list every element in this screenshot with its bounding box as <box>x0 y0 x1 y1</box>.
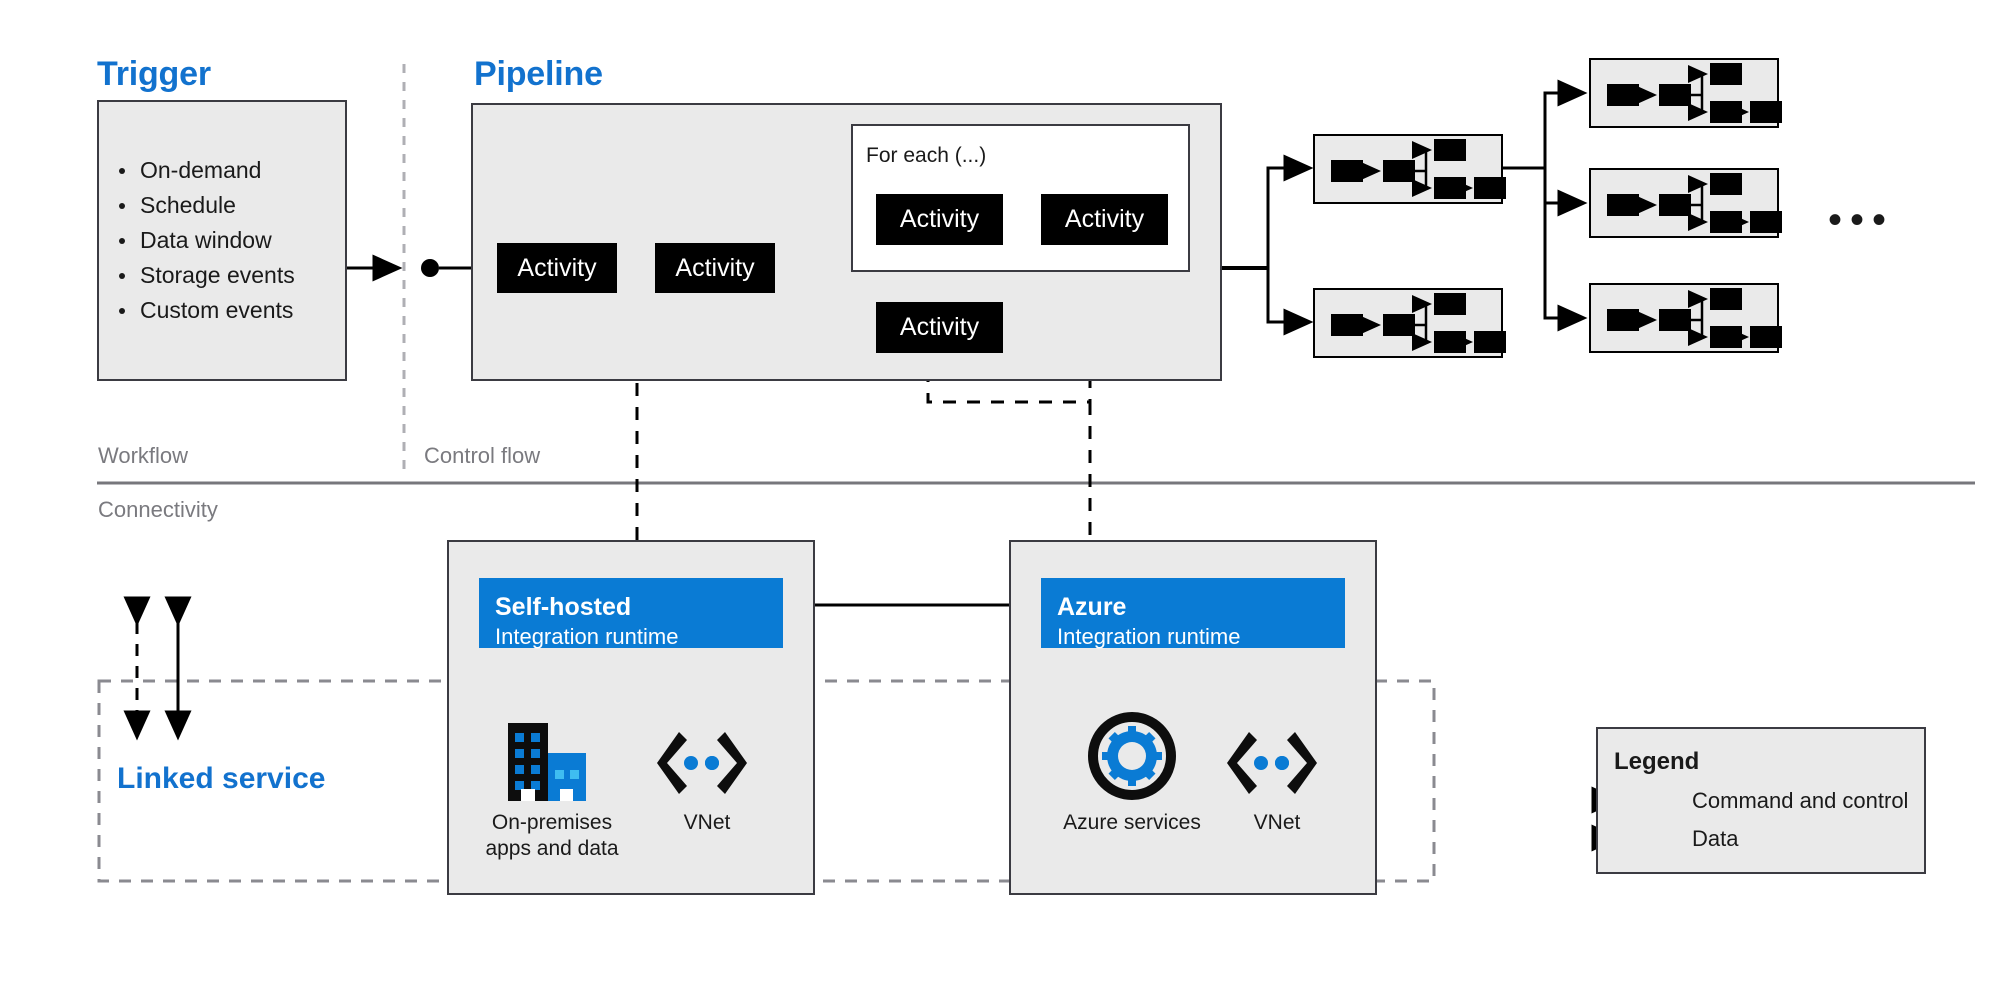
arrow-to-subpipeline-4 <box>1543 168 1588 217</box>
on-premises-caption-line1: On-premises <box>491 811 613 834</box>
on-premises-caption: On-premises apps and data <box>472 810 632 862</box>
pipeline-section-title: Pipeline <box>474 55 603 93</box>
sub-pipeline-card-4[interactable] <box>1589 168 1782 238</box>
vnet-icon <box>655 730 749 796</box>
activity-box-lower-branch[interactable]: Activity <box>876 302 1003 353</box>
trigger-section-title: Trigger <box>97 55 211 93</box>
arrow-to-subpipeline-2 <box>1266 268 1314 336</box>
pipeline-start-node <box>421 259 439 277</box>
zone-label-connectivity: Connectivity <box>98 497 218 522</box>
sub-pipelines-ellipsis: ••• <box>1828 198 1895 242</box>
activity-box-2[interactable]: Activity <box>655 243 775 293</box>
arrow-to-subpipeline-1 <box>1266 154 1314 268</box>
trigger-item-custom-events: Custom events <box>110 293 340 328</box>
trigger-list: On-demand Schedule Data window Storage e… <box>110 153 340 328</box>
on-premises-caption-line2: apps and data <box>485 837 619 860</box>
zone-label-workflow: Workflow <box>98 443 189 468</box>
self-hosted-ir-subtitle: Integration runtime <box>495 624 679 649</box>
activity-box-foreach-2[interactable]: Activity <box>1041 194 1168 245</box>
azure-services-caption: Azure services <box>1063 811 1201 834</box>
legend-label-data: Data <box>1692 826 1739 851</box>
activity-box-foreach-1[interactable]: Activity <box>876 194 1003 245</box>
activity-label: Activity <box>675 253 755 282</box>
activity-label: Activity <box>517 253 597 282</box>
diagram-canvas: Trigger On-demand Schedule Data window S… <box>0 0 2002 992</box>
legend-title: Legend <box>1614 748 1700 775</box>
on-premises-icon <box>500 723 604 801</box>
self-hosted-ir-title: Self-hosted <box>495 593 632 621</box>
mini-connectors <box>1636 290 1749 347</box>
activity-label: Activity <box>899 205 980 233</box>
trigger-item-schedule: Schedule <box>110 188 340 223</box>
legend-label-command-and-control: Command and control <box>1692 788 1909 813</box>
sub-pipeline-card-2[interactable] <box>1313 288 1506 358</box>
mini-connectors <box>1636 175 1749 232</box>
mini-connectors <box>1360 295 1473 352</box>
mini-connectors <box>1636 65 1749 122</box>
azure-ir-subtitle: Integration runtime <box>1057 624 1241 649</box>
zone-label-control-flow: Control flow <box>424 443 541 468</box>
azure-services-icon <box>1086 710 1178 802</box>
sub-pipeline-card-5[interactable] <box>1589 283 1782 353</box>
activity-box-1[interactable]: Activity <box>497 243 617 293</box>
vnet-icon <box>1225 730 1319 796</box>
arrow-to-subpipeline-5 <box>1543 168 1588 332</box>
vnet-caption-azure: VNet <box>1253 811 1301 834</box>
mini-connectors <box>1360 141 1473 198</box>
linked-service-title: Linked service <box>117 762 326 795</box>
sub-pipeline-card-3[interactable] <box>1589 58 1782 128</box>
arrow-to-subpipeline-3 <box>1543 79 1588 168</box>
vnet-caption-self-hosted: VNet <box>683 811 731 834</box>
activity-label: Activity <box>1064 205 1145 233</box>
trigger-item-on-demand: On-demand <box>110 153 340 188</box>
azure-ir-header[interactable]: Azure Integration runtime <box>1041 578 1345 649</box>
self-hosted-ir-header[interactable]: Self-hosted Integration runtime <box>479 578 783 649</box>
activity-label: Activity <box>899 313 980 341</box>
for-each-label: For each (...) <box>866 144 987 167</box>
trigger-item-data-window: Data window <box>110 223 340 258</box>
azure-ir-title: Azure <box>1057 593 1127 621</box>
trigger-item-storage-events: Storage events <box>110 258 340 293</box>
sub-pipeline-card-1[interactable] <box>1313 134 1506 204</box>
